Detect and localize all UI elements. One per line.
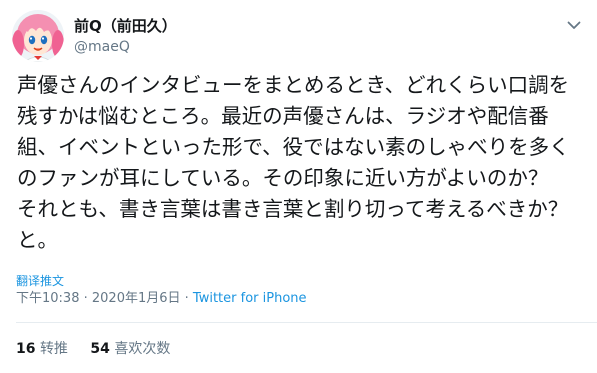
likes-count: 54 xyxy=(90,341,110,357)
tweet-text: 声優さんのインタビューをまとめるとき、どれくらい口調を残すかは悩むところ。最近の… xyxy=(17,73,589,252)
user-handle[interactable]: @maeQ xyxy=(74,37,177,57)
tweet-date[interactable]: 2020年1月6日 xyxy=(92,291,181,306)
retweets-count: 16 xyxy=(16,341,36,357)
tweet-card: 前Q（前田久） @maeQ 声優さんのインタビューをまとめるとき、どれくらい口調… xyxy=(0,0,597,373)
retweets-label: 转推 xyxy=(39,341,68,357)
retweets-stat[interactable]: 16 转推 xyxy=(16,340,68,358)
avatar[interactable] xyxy=(12,10,64,62)
tweet-time[interactable]: 下午10:38 xyxy=(16,291,79,306)
tweet-header: 前Q（前田久） @maeQ xyxy=(12,10,587,64)
likes-label: 喜欢次数 xyxy=(114,341,171,357)
divider xyxy=(16,322,597,323)
display-name[interactable]: 前Q（前田久） xyxy=(74,16,177,36)
chevron-down-icon[interactable] xyxy=(565,16,583,34)
avatar-illustration xyxy=(12,10,64,62)
tweet-metadata: 下午10:38 · 2020年1月6日 · Twitter for iPhone xyxy=(16,290,307,308)
meta-separator: · xyxy=(180,291,193,306)
user-info: 前Q（前田久） @maeQ xyxy=(74,16,177,57)
translate-tweet-link[interactable]: 翻译推文 xyxy=(16,273,64,289)
tweet-source-link[interactable]: Twitter for iPhone xyxy=(193,291,307,306)
likes-stat[interactable]: 54 喜欢次数 xyxy=(90,340,170,358)
tweet-stats: 16 转推 54 喜欢次数 xyxy=(16,340,188,358)
meta-separator: · xyxy=(79,291,92,306)
